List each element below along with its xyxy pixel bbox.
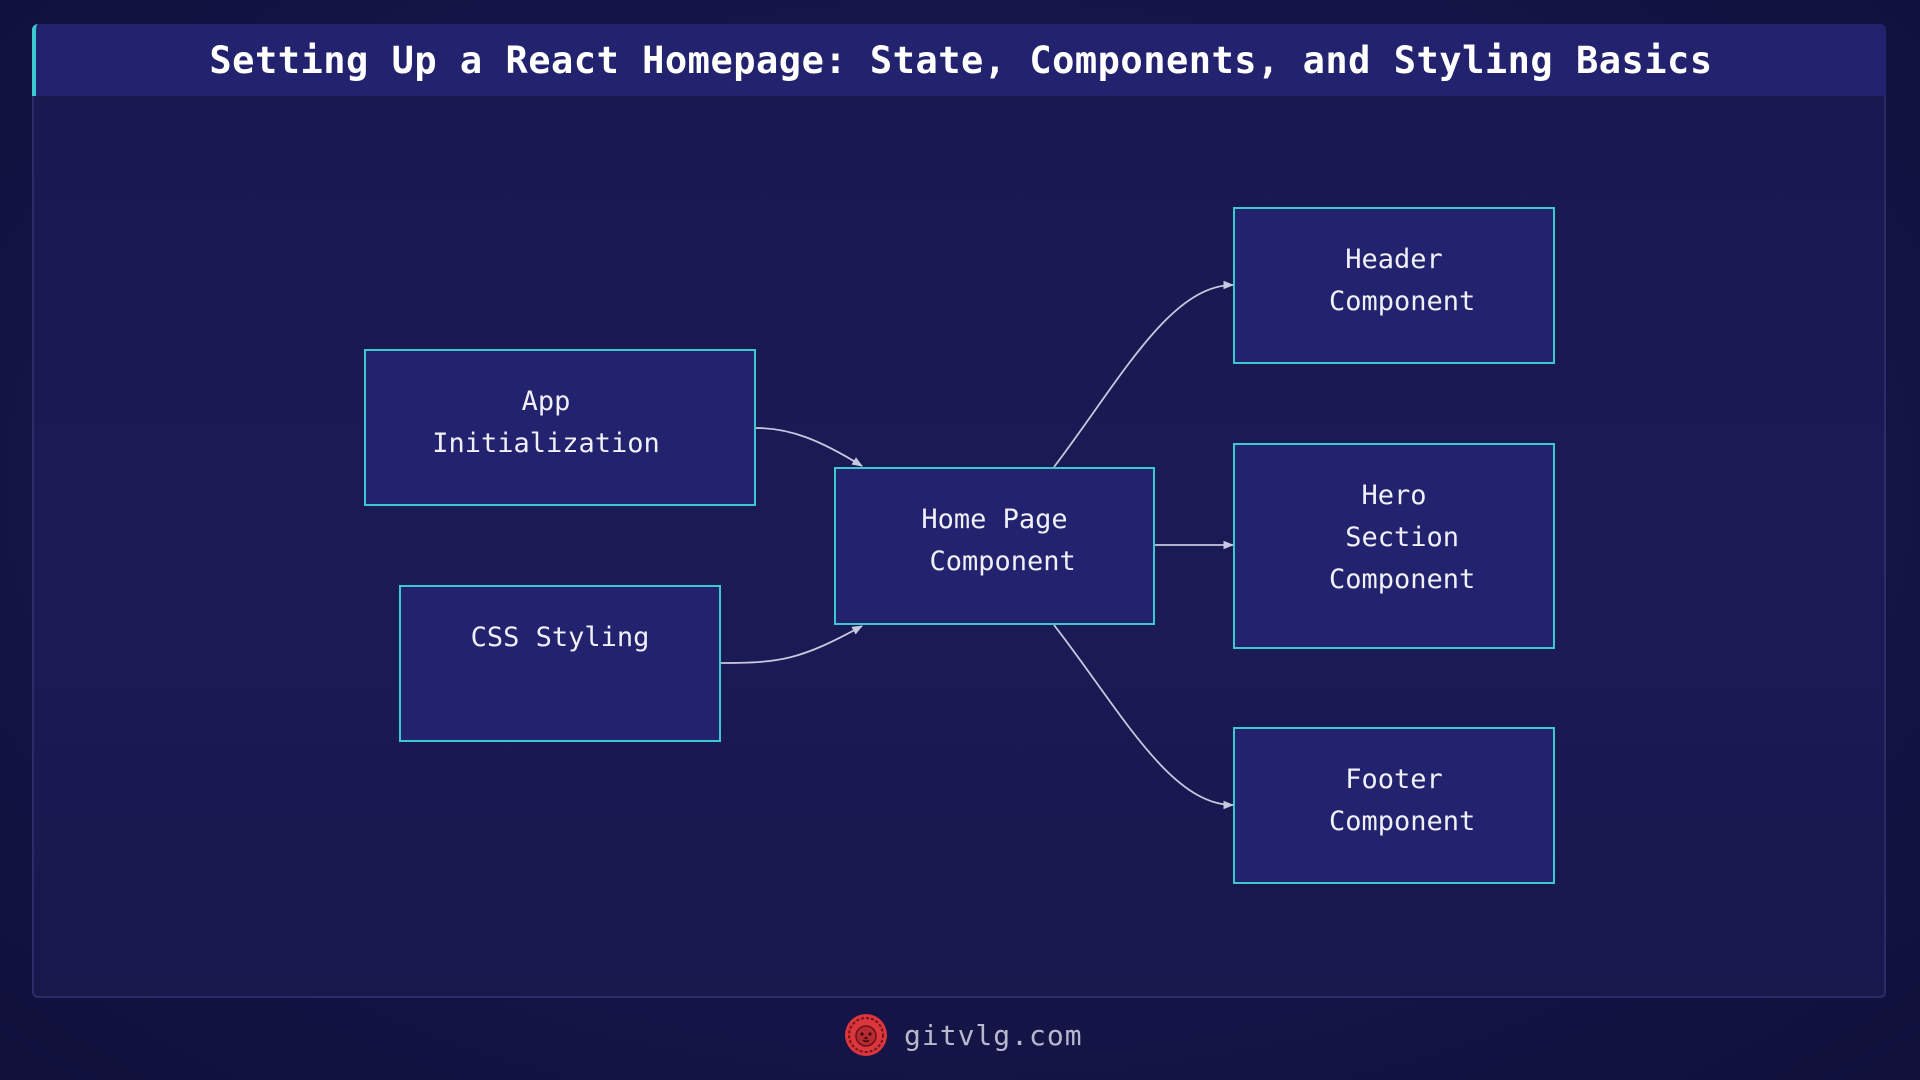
- node-label-line: CSS Styling: [470, 622, 650, 653]
- footer-brand: gitvlg.com: [844, 1012, 1083, 1058]
- node-footer-component: Footer Component: [1233, 727, 1555, 884]
- node-label-line: Initialization: [432, 428, 660, 459]
- node-css-styling: CSS Styling: [399, 585, 721, 742]
- title-bar: Setting Up a React Homepage: State, Comp…: [32, 24, 1886, 96]
- node-hero-section-component: Hero Section Component: [1233, 443, 1555, 649]
- node-label-line: Component: [1312, 806, 1476, 837]
- node-home-page-component: Home Page Component: [834, 467, 1155, 625]
- node-app-initialization: App Initialization: [364, 349, 756, 506]
- lion-head-icon: [845, 1014, 887, 1056]
- page-title: Setting Up a React Homepage: State, Comp…: [209, 38, 1713, 82]
- node-label-line: Footer: [1345, 764, 1443, 795]
- node-label-line: Header: [1345, 244, 1443, 275]
- footer-site-link[interactable]: gitvlg.com: [904, 1019, 1083, 1052]
- node-label-line: Home Page: [921, 504, 1068, 535]
- node-label-line: Component: [913, 546, 1076, 577]
- node-label-line: Section: [1328, 522, 1460, 553]
- node-label-line: Component: [1312, 286, 1476, 317]
- node-label-line: Hero: [1361, 480, 1427, 511]
- node-header-component: Header Component: [1233, 207, 1555, 364]
- node-label-line: App: [521, 386, 571, 417]
- node-label-line: Component: [1312, 564, 1476, 595]
